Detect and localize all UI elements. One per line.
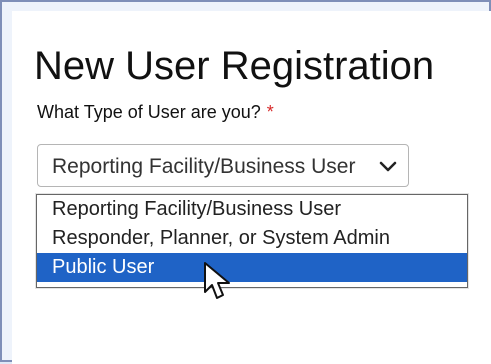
chevron-down-icon [379,161,397,172]
page-title: New User Registration [34,44,435,88]
option-responder-planner-system-admin[interactable]: Responder, Planner, or System Admin [37,224,467,253]
option-public-user[interactable]: Public User [37,253,467,282]
required-marker: * [266,102,274,122]
mouse-pointer-icon [204,262,230,299]
user-type-select[interactable]: Reporting Facility/Business User [37,144,409,187]
user-type-prompt: What Type of User are you? [37,102,261,122]
option-reporting-facility-business-user[interactable]: Reporting Facility/Business User [37,195,467,224]
user-type-dropdown-list: Reporting Facility/Business User Respond… [36,194,468,288]
user-type-label: What Type of User are you? * [37,100,274,124]
selected-user-type: Reporting Facility/Business User [52,155,356,178]
